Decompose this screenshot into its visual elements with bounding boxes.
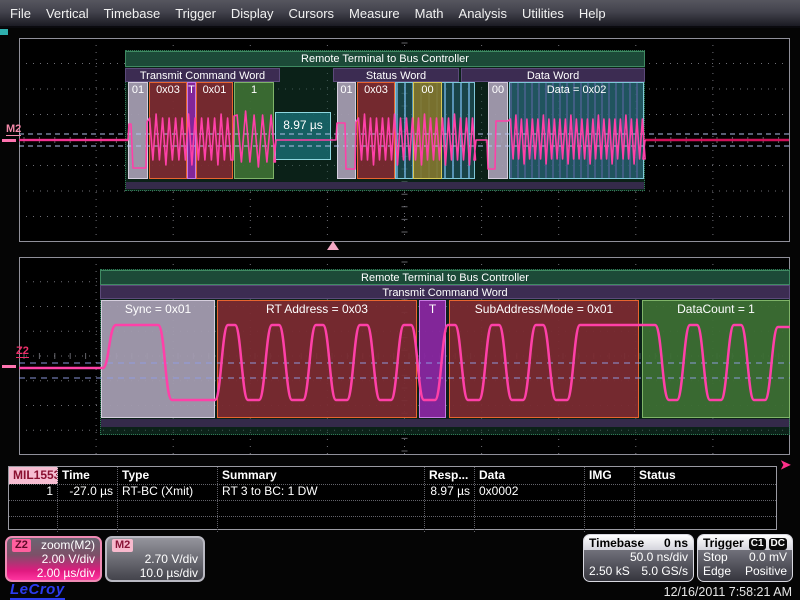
segment-rt-address: 0x03 xyxy=(149,82,187,179)
segment-data-value: Data = 0x02 xyxy=(509,82,644,179)
word-title-data: Data Word xyxy=(461,68,645,82)
table-row-empty[interactable] xyxy=(9,516,776,532)
z2-level-tick xyxy=(2,365,16,368)
segment-status-code: 00 xyxy=(413,82,442,179)
table-row[interactable]: 1 -27.0 µs RT-BC (Xmit) RT 3 to BC: 1 DW… xyxy=(9,484,776,500)
table-header-time[interactable]: Time xyxy=(58,467,118,484)
menu-item-cursors[interactable]: Cursors xyxy=(289,6,335,21)
timebase-rate: 5.0 GS/s xyxy=(641,564,688,578)
cell-time[interactable]: -27.0 µs xyxy=(58,485,118,500)
cell-resp[interactable]: 8.97 µs xyxy=(425,485,475,500)
datetime-stamp: 12/16/2011 7:58:21 AM xyxy=(664,585,792,599)
bus-title-band: Remote Terminal to Bus Controller xyxy=(125,51,645,67)
z2-grid-panel[interactable]: Remote Terminal to Bus Controller Transm… xyxy=(19,257,790,455)
menu-item-analysis[interactable]: Analysis xyxy=(459,6,507,21)
trigger-mode: Stop xyxy=(703,550,728,564)
table-header-img[interactable]: IMG xyxy=(585,467,635,484)
accent-mark xyxy=(0,29,8,35)
envelope-footer-strip xyxy=(126,182,644,189)
menu-item-vertical[interactable]: Vertical xyxy=(46,6,89,21)
trigger-source-badge: C1 xyxy=(749,538,766,550)
cell-type[interactable]: RT-BC (Xmit) xyxy=(118,485,218,500)
menu-item-timebase[interactable]: Timebase xyxy=(104,6,161,21)
menu-item-math[interactable]: Math xyxy=(415,6,444,21)
cell-img[interactable] xyxy=(585,485,635,500)
timebase-tdiv: 50.0 ns/div xyxy=(630,550,688,564)
m2-grid-panel[interactable]: Remote Terminal to Bus Controller Transm… xyxy=(19,38,790,242)
segment-sync: 01 xyxy=(128,82,148,179)
trigger-label: Trigger xyxy=(703,536,744,550)
m2-tdiv: 10.0 µs/div xyxy=(140,566,198,580)
decode-table-header: MIL1553 Time Type Summary Resp... Data I… xyxy=(9,467,776,484)
m2-level-tick xyxy=(2,139,16,142)
menu-item-help[interactable]: Help xyxy=(579,6,606,21)
bus-title-band-zoom: Remote Terminal to Bus Controller xyxy=(100,270,790,285)
cell-data[interactable]: 0x0002 xyxy=(475,485,585,500)
menu-item-utilities[interactable]: Utilities xyxy=(522,6,564,21)
cell-index[interactable]: 1 xyxy=(9,485,58,500)
menu-item-file[interactable]: File xyxy=(10,6,31,21)
timebase-samples: 2.50 kS xyxy=(589,564,630,578)
segment-zoom-datacount: DataCount = 1 xyxy=(642,300,790,418)
z2-decode-overlay: Remote Terminal to Bus Controller Transm… xyxy=(19,257,790,455)
segment-tr-flag: T xyxy=(187,82,196,179)
m2-descriptor-box[interactable]: M2 2.70 V/div 10.0 µs/div xyxy=(105,536,205,582)
table-header-status[interactable]: Status xyxy=(635,467,776,484)
word-title-band-zoom: Transmit Command Word xyxy=(100,285,790,299)
menu-item-display[interactable]: Display xyxy=(231,6,274,21)
segment-status-sync: 01 xyxy=(337,82,356,179)
word-title-transmit-command: Transmit Command Word xyxy=(125,68,280,82)
z2-tdiv: 2.00 µs/div xyxy=(37,566,95,580)
cell-status[interactable] xyxy=(635,485,776,500)
trigger-type: Edge xyxy=(703,564,731,578)
timebase-label: Timebase xyxy=(589,536,644,550)
table-header-summary[interactable]: Summary xyxy=(218,467,425,484)
menu-bar: File Vertical Timebase Trigger Display C… xyxy=(0,0,800,28)
lecroy-logo: LeCroy xyxy=(10,581,65,600)
response-time-box: 8.97 µs xyxy=(275,112,331,160)
trigger-coupling-badge: DC xyxy=(769,538,787,550)
timebase-offset: 0 ns xyxy=(664,536,688,550)
z2-descriptor-box[interactable]: Z2 zoom(M2) 2.00 V/div 2.00 µs/div xyxy=(5,536,102,582)
menu-item-measure[interactable]: Measure xyxy=(349,6,400,21)
segment-datacount: 1 xyxy=(234,82,274,179)
oscilloscope-screen: File Vertical Timebase Trigger Display C… xyxy=(0,0,800,600)
z2-trace-label[interactable]: Z2 xyxy=(16,345,29,358)
table-row-empty[interactable] xyxy=(9,500,776,516)
table-header-resp[interactable]: Resp... xyxy=(425,467,475,484)
segment-status-rt: 0x03 xyxy=(357,82,395,179)
table-header-type[interactable]: Type xyxy=(118,467,218,484)
segment-zoom-tr-flag: T xyxy=(419,300,446,418)
overflow-arrow-icon: ➤ xyxy=(780,457,791,473)
z2-source: zoom(M2) xyxy=(41,538,95,552)
trigger-slope: Positive xyxy=(745,564,787,578)
trigger-descriptor-box[interactable]: Trigger C1DC Stop 0.0 mV Edge Positive xyxy=(697,534,793,582)
table-header-bus[interactable]: MIL1553 xyxy=(9,467,58,484)
segment-data-sync: 00 xyxy=(488,82,508,179)
z2-vdiv: 2.00 V/div xyxy=(42,552,95,566)
segment-zoom-rt-address: RT Address = 0x03 xyxy=(217,300,417,418)
timebase-descriptor-box[interactable]: Timebase 0 ns 50.0 ns/div 2.50 kS 5.0 GS… xyxy=(583,534,694,582)
m2-decode-overlay: Remote Terminal to Bus Controller Transm… xyxy=(19,38,790,242)
m2-trace-label[interactable]: M2 xyxy=(6,123,21,136)
segment-zoom-subaddress: SubAddress/Mode = 0x01 xyxy=(449,300,639,418)
m2-vdiv: 2.70 V/div xyxy=(145,552,198,566)
menu-item-trigger[interactable]: Trigger xyxy=(175,6,216,21)
table-header-data[interactable]: Data xyxy=(475,467,585,484)
trigger-position-marker[interactable] xyxy=(327,241,339,250)
word-title-status: Status Word xyxy=(333,68,459,82)
segment-zoom-sync: Sync = 0x01 xyxy=(101,300,215,418)
m2-badge: M2 xyxy=(112,539,133,552)
z2-badge: Z2 xyxy=(12,539,31,552)
segment-subaddress: 0x01 xyxy=(196,82,233,179)
envelope-footer-strip-zoom xyxy=(101,419,789,427)
trigger-level: 0.0 mV xyxy=(749,550,787,564)
cell-summary[interactable]: RT 3 to BC: 1 DW xyxy=(218,485,425,500)
decode-table: MIL1553 Time Type Summary Resp... Data I… xyxy=(8,466,777,530)
